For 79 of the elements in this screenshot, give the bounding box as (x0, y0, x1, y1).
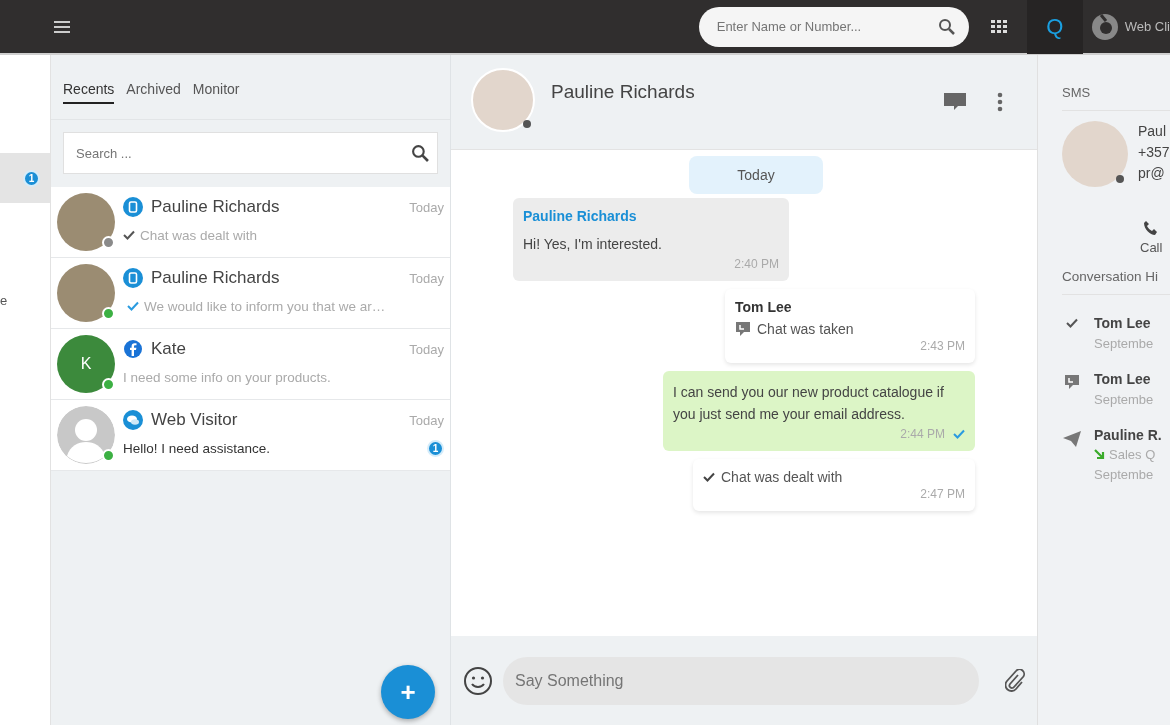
check-icon (953, 429, 965, 439)
time-label: Today (409, 341, 444, 357)
sender-name: Pauline Richards (523, 208, 638, 224)
tab[interactable]: Monitor (192, 77, 240, 104)
contact-name: Pauline Richards (551, 81, 696, 103)
conversation-item[interactable]: Web Visitor Today Hello! I need assistance. 1 (51, 400, 450, 471)
contact-name: Paul (1138, 123, 1168, 139)
sidebar-item[interactable]: 1 (0, 153, 50, 203)
queue-name: Sales Q (1109, 447, 1156, 462)
section-title: Conversation Hi (1062, 255, 1170, 295)
date-label: Septembe (1094, 336, 1154, 351)
time-label: Today (409, 412, 444, 428)
time-label: 2:47 PM (920, 487, 965, 501)
search-icon (411, 144, 429, 162)
event-text: Chat was taken (757, 321, 854, 337)
arrow-icon (1094, 449, 1105, 460)
time-label: 2:44 PM (900, 427, 945, 441)
contact-name: Pauline Richards (151, 268, 281, 288)
check-icon (123, 230, 135, 240)
chat-bubble-icon (1064, 374, 1080, 390)
event-text: Chat was dealt with (721, 469, 843, 485)
tab[interactable]: Recents (63, 77, 115, 104)
section-title: SMS (1062, 55, 1170, 111)
sender-name: Tom Lee (735, 299, 793, 315)
user-menu[interactable]: Web Cli (1090, 12, 1170, 41)
person-silhouette-icon (57, 406, 115, 464)
time-label: Today (409, 270, 444, 286)
agent-name: Tom Lee (1094, 371, 1152, 387)
photo-placeholder (57, 264, 115, 322)
emoji-icon[interactable] (463, 665, 493, 696)
message-preview: Chat was dealt with (140, 227, 259, 243)
contact-name: Kate (151, 339, 187, 359)
contact-name: Pauline Richards (151, 197, 281, 217)
sidebar-item[interactable]: e (0, 275, 50, 325)
message-preview: I need some info on your products. (123, 369, 332, 385)
agent-name: Pauline R. (1094, 427, 1162, 443)
phone-icon (1143, 220, 1160, 236)
message-preview: Hello! I need assistance. (123, 440, 272, 456)
agent-name: Tom Lee (1094, 315, 1152, 331)
facebook-icon (123, 339, 143, 359)
more-icon[interactable] (997, 92, 1003, 112)
phone-number: +357 (1138, 144, 1170, 160)
paper-plane-icon (1062, 430, 1082, 448)
date-label: Septembe (1094, 467, 1155, 482)
conversation-item[interactable]: K Kate Today I need some info on your products. (51, 329, 450, 400)
speech-bubbles-icon (123, 410, 143, 430)
conversation-item[interactable]: Pauline Richards Today We would like to inform you that we ar… (51, 258, 450, 329)
check-icon (703, 472, 715, 482)
add-button[interactable]: + (381, 665, 435, 719)
message-input[interactable]: Say Something (503, 656, 979, 705)
menu-icon[interactable] (54, 19, 70, 34)
time-label: Today (409, 199, 444, 215)
chat-bubble-icon[interactable] (943, 92, 967, 112)
search-icon (937, 18, 955, 35)
unread-badge: 1 (23, 169, 40, 187)
grid-icon[interactable] (990, 20, 1007, 33)
user-logo-icon (1090, 12, 1119, 41)
message-text: Hi! Yes, I'm interested. (523, 235, 663, 254)
chat-channel-icon (123, 268, 143, 288)
check-icon (127, 301, 139, 311)
chat-channel-icon (123, 197, 143, 217)
paperclip-icon[interactable] (1005, 668, 1025, 693)
email-address: pr@ (1138, 165, 1166, 181)
initial-avatar: K (57, 335, 115, 393)
contact-name: Web Visitor (151, 410, 239, 430)
tab[interactable]: Archived (126, 77, 181, 104)
call-button[interactable]: Call (1140, 220, 1163, 255)
time-label: 2:43 PM (920, 339, 965, 353)
conversation-item[interactable]: Pauline Richards Today Chat was dealt with (51, 187, 450, 258)
message-text: I can send you our new product catalogue if you just send me your email address. (673, 383, 945, 424)
unread-badge: 1 (427, 439, 444, 457)
chat-bubble-icon (735, 321, 751, 337)
photo-placeholder (57, 193, 115, 251)
date-label: Septembe (1094, 392, 1154, 407)
date-label: Today (689, 156, 823, 194)
app-button[interactable]: Q (1026, 0, 1083, 54)
check-icon (1066, 318, 1078, 328)
time-label: 2:40 PM (734, 257, 779, 271)
message-preview: We would like to inform you that we ar… (144, 298, 387, 314)
